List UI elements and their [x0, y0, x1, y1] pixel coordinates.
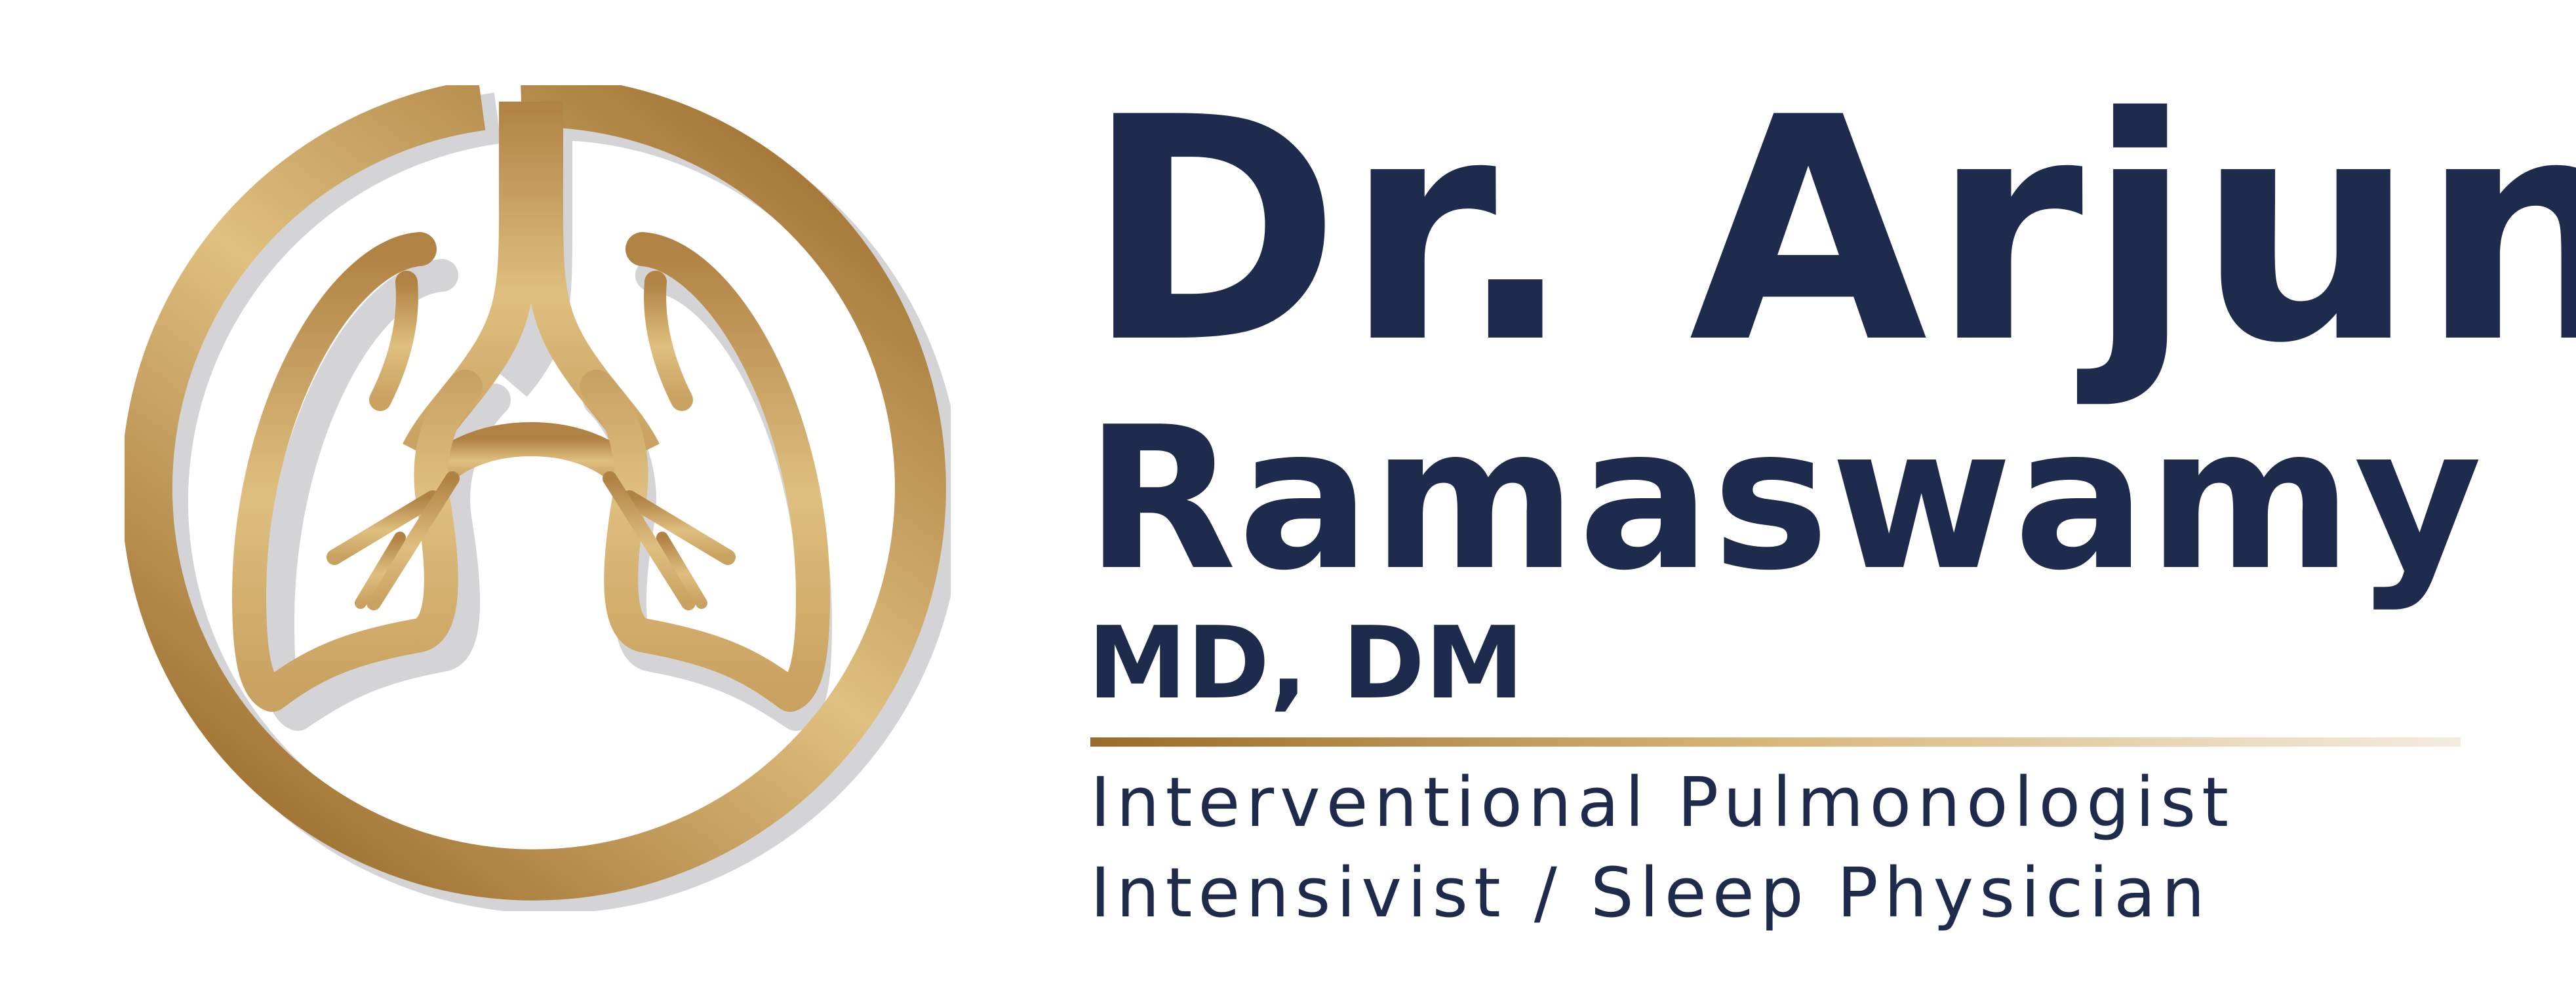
specialty-line-2: Intensivist / Sleep Physician [1090, 853, 2211, 933]
logo-mark [125, 85, 951, 911]
lungs-in-ring-icon [125, 85, 951, 911]
doctor-first-name: Dr. Arjun [1085, 52, 2576, 410]
gold-divider [1090, 737, 2461, 747]
credentials: MD, DM [1088, 605, 1524, 721]
brand-text-block: Dr. Arjun Ramaswamy MD, DM Interventiona… [1085, 0, 2576, 997]
doctor-last-name: Ramaswamy [1085, 385, 2484, 614]
specialty-line-1: Interventional Pulmonologist [1090, 762, 2235, 842]
